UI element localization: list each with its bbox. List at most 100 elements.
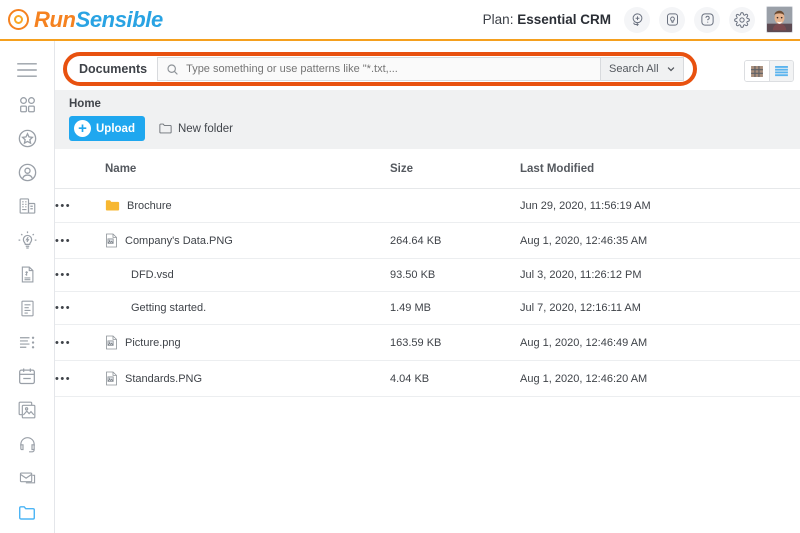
sidebar-item-contacts[interactable] <box>7 159 47 185</box>
table-row[interactable]: ••• DFD.vsd 93.50 KB Jul 3, 2020, 11:26:12 … <box>55 258 800 292</box>
plan-label: Plan: <box>482 12 514 27</box>
row-name-cell[interactable]: DFD.vsd <box>105 258 390 292</box>
row-file-size: 1.49 MB <box>390 291 520 325</box>
image-file-icon <box>105 233 118 248</box>
row-last-modified: Aug 1, 2020, 12:46:20 AM <box>520 360 800 397</box>
col-rowmenu-header <box>55 149 105 189</box>
table-header: Name Size Last Modified <box>55 149 800 189</box>
logo-wordmark: RunSensible <box>34 7 163 33</box>
search-scope-title: Documents <box>79 62 148 76</box>
list-view-button[interactable] <box>769 61 793 81</box>
runsensible-spiral-icon <box>8 9 29 30</box>
row-file-size: 163.59 KB <box>390 324 520 361</box>
table-row[interactable]: ••• Brochure Jun 29, 2020, 11:56:19 AM <box>55 188 800 223</box>
logo-text-sensible: Sensible <box>75 6 164 32</box>
grid-view-button[interactable] <box>745 61 769 81</box>
row-name-cell[interactable]: Getting started. <box>105 291 390 325</box>
lightbulb-icon <box>18 230 36 249</box>
sidebar-item-menu[interactable] <box>7 57 47 83</box>
sidebar-item-forms[interactable] <box>7 295 47 321</box>
row-last-modified: Jul 7, 2020, 12:16:11 AM <box>520 291 800 325</box>
col-size-header[interactable]: Size <box>390 149 520 189</box>
sidebar-item-documents[interactable] <box>7 499 47 525</box>
row-menu-button[interactable]: ••• <box>55 188 105 223</box>
building-icon <box>19 198 35 214</box>
image-stack-icon <box>18 401 36 419</box>
chevron-down-icon <box>666 64 676 74</box>
col-name-header[interactable]: Name <box>105 149 390 189</box>
new-folder-button[interactable]: New folder <box>159 123 233 135</box>
row-menu-button[interactable]: ••• <box>55 291 105 325</box>
sidebar-item-mail[interactable] <box>7 465 47 491</box>
sidebar-item-library[interactable] <box>7 397 47 423</box>
list-view-icon <box>775 65 788 76</box>
new-folder-icon <box>159 123 172 134</box>
sidebar-item-support[interactable] <box>7 431 47 457</box>
headset-icon <box>19 436 35 452</box>
hamburger-menu-icon <box>17 63 37 77</box>
sidebar-item-companies[interactable] <box>7 193 47 219</box>
table-row[interactable]: ••• Picture.png 163.59 KB Aug 1, 2020, 12:4… <box>55 324 800 361</box>
search-input-container[interactable] <box>157 57 600 81</box>
row-file-size <box>390 188 520 223</box>
row-last-modified: Aug 1, 2020, 12:46:35 AM <box>520 222 800 259</box>
folder-icon <box>105 199 120 212</box>
form-icon <box>20 300 34 316</box>
search-scope-select[interactable]: Search All <box>600 57 684 81</box>
file-list-table: Name Size Last Modified ••• Brochure Jun 2… <box>55 149 800 397</box>
envelope-icon <box>19 472 35 484</box>
row-name-cell[interactable]: Brochure <box>105 188 390 223</box>
breadcrumb[interactable]: Home <box>55 96 800 116</box>
row-file-name: Company's Data.PNG <box>125 234 233 247</box>
row-last-modified: Jul 3, 2020, 11:26:12 PM <box>520 258 800 292</box>
row-menu-button[interactable]: ••• <box>55 360 105 397</box>
search-icon <box>166 63 179 76</box>
row-name-cell[interactable]: Company's Data.PNG <box>105 222 390 259</box>
user-avatar[interactable] <box>766 6 793 33</box>
documents-app-window: RunSensible Plan: Essential CRM Document… <box>0 0 800 533</box>
row-file-name: Brochure <box>127 199 172 212</box>
documents-search-bar: Documents Search All <box>63 52 697 86</box>
sidebar-item-apps[interactable] <box>7 91 47 117</box>
row-name-cell[interactable]: Picture.png <box>105 324 390 361</box>
logo-text-run: Run <box>34 6 76 32</box>
upload-button-label: Upload <box>96 122 135 135</box>
row-last-modified: Jun 29, 2020, 11:56:19 AM <box>520 188 800 223</box>
table-row[interactable]: ••• Company's Data.PNG 264.64 KB Aug 1, 202… <box>55 222 800 259</box>
header-actions: Plan: Essential CRM <box>483 6 793 33</box>
sidebar-item-favorites[interactable] <box>7 125 47 151</box>
row-menu-button[interactable]: ••• <box>55 222 105 259</box>
view-mode-toggle <box>744 60 794 82</box>
row-file-name: DFD.vsd <box>131 269 174 281</box>
documents-content-panel: Home + Upload New folder Name Size Last … <box>55 90 800 533</box>
app-header: RunSensible Plan: Essential CRM <box>0 0 800 41</box>
row-file-size: 264.64 KB <box>390 222 520 259</box>
sidebar-item-tasks[interactable] <box>7 329 47 355</box>
row-file-name: Standards.PNG <box>125 372 203 385</box>
table-row[interactable]: ••• Standards.PNG 4.04 KB Aug 1, 2020, 12:4… <box>55 360 800 397</box>
image-file-icon <box>105 335 118 350</box>
col-modified-header[interactable]: Last Modified <box>520 149 800 189</box>
help-question-icon[interactable] <box>694 6 720 33</box>
sidebar-item-calendar[interactable] <box>7 363 47 389</box>
star-badge-icon <box>18 129 36 147</box>
row-file-name: Picture.png <box>125 336 181 349</box>
row-menu-button[interactable]: ••• <box>55 324 105 361</box>
row-menu-button[interactable]: ••• <box>55 258 105 292</box>
user-circle-icon <box>18 163 36 181</box>
plan-indicator: Plan: Essential CRM <box>483 12 611 27</box>
sidebar-item-opportunities[interactable] <box>7 227 47 253</box>
table-row[interactable]: ••• Getting started. 1.49 MB Jul 7, 2020, 1… <box>55 291 800 325</box>
notification-bell-icon[interactable] <box>659 6 685 33</box>
add-record-icon[interactable] <box>624 6 650 33</box>
search-input[interactable] <box>186 63 592 75</box>
grid-view-icon <box>751 65 763 77</box>
table-body: ••• Brochure Jun 29, 2020, 11:56:19 AM ••• C… <box>55 188 800 397</box>
apps-grid-icon <box>19 96 35 112</box>
runsensible-logo[interactable]: RunSensible <box>8 7 163 33</box>
upload-button[interactable]: + Upload <box>69 116 145 141</box>
sidebar-item-invoices[interactable] <box>7 261 47 287</box>
row-name-cell[interactable]: Standards.PNG <box>105 360 390 397</box>
plan-value: Essential CRM <box>517 12 611 27</box>
settings-gear-icon[interactable] <box>729 6 755 33</box>
